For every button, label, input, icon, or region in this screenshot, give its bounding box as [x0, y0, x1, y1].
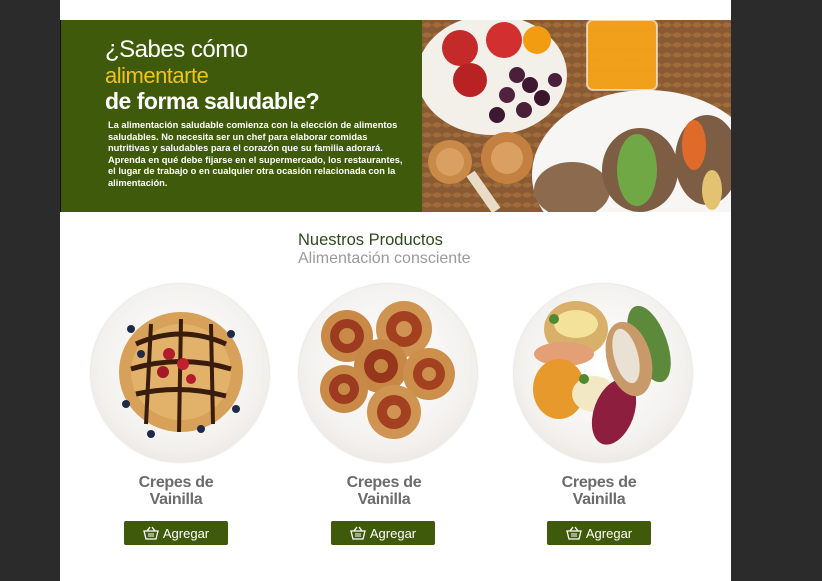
product-image-crepes-chocolate — [91, 284, 269, 462]
add-to-cart-label: Agregar — [162, 525, 210, 541]
product-image-sandwich-plate — [514, 284, 692, 462]
product-name-line2: Vainilla — [572, 491, 626, 508]
product-name: Crepes de Vainilla — [514, 474, 684, 508]
hero-banner: ¿Sabes cómo alimentarte de forma saludab… — [60, 20, 731, 212]
add-to-cart-label: Agregar — [585, 525, 633, 541]
add-to-cart-label: Agregar — [369, 525, 417, 541]
hero-text-panel: ¿Sabes cómo alimentarte de forma saludab… — [61, 20, 422, 212]
basket-icon — [566, 526, 582, 540]
hero-title-line3: de forma saludable? — [105, 88, 320, 114]
product-card: Crepes de Vainilla Agregar — [91, 284, 271, 554]
product-name-line2: Vainilla — [149, 491, 203, 508]
hero-paragraph: La alimentación saludable comienza con l… — [108, 120, 403, 188]
product-card: Crepes de Vainilla Agregar — [514, 284, 694, 554]
product-name-line1: Crepes de — [138, 474, 214, 491]
products-section-title: Nuestros Productos — [298, 231, 443, 249]
hero-title-line1: ¿Sabes cómo — [105, 36, 248, 63]
page-content: ¿Sabes cómo alimentarte de forma saludab… — [60, 0, 731, 581]
product-name: Crepes de Vainilla — [299, 474, 469, 508]
add-to-cart-button[interactable]: Agregar — [547, 521, 651, 545]
hero-food-image — [422, 20, 731, 212]
product-name-line2: Vainilla — [357, 491, 411, 508]
products-section-subtitle: Alimentación consciente — [298, 250, 471, 267]
product-name-line1: Crepes de — [561, 474, 637, 491]
add-to-cart-button[interactable]: Agregar — [331, 521, 435, 545]
product-card: Crepes de Vainilla Agregar — [299, 284, 479, 554]
basket-icon — [143, 526, 159, 540]
product-name-line1: Crepes de — [346, 474, 422, 491]
product-name: Crepes de Vainilla — [91, 474, 261, 508]
hero-title-line2: alimentarte — [105, 63, 209, 88]
add-to-cart-button[interactable]: Agregar — [124, 521, 228, 545]
product-image-pinwheels — [299, 284, 477, 462]
basket-icon — [350, 526, 366, 540]
